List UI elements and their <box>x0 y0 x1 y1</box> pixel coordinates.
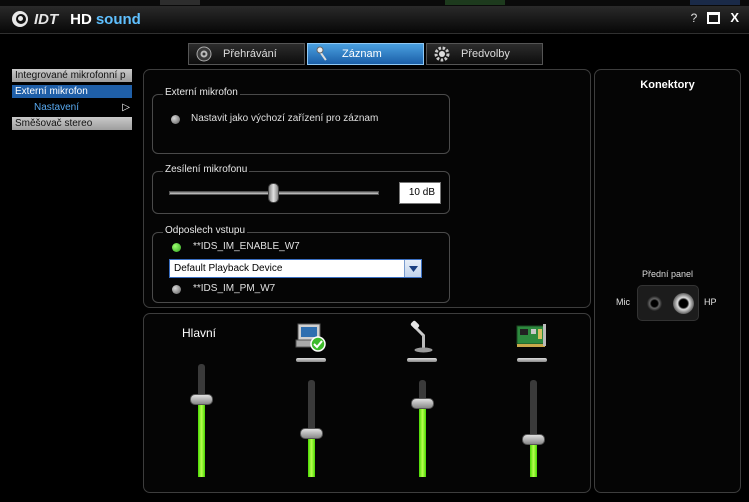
sidebar-item-settings[interactable]: Nastavení ▷ <box>12 101 132 114</box>
mic-boost-value: 10 dB <box>399 182 441 204</box>
sidebar-item-label: Integrované mikrofonní p <box>15 70 126 81</box>
desktop-fragment <box>690 0 740 5</box>
mic-jack-icon[interactable] <box>647 296 662 311</box>
group-legend: Externí mikrofon <box>163 87 240 98</box>
slider-thumb[interactable] <box>300 428 323 439</box>
slider-level <box>198 400 205 477</box>
monitor-enable-label: **IDS_IM_ENABLE_W7 <box>193 241 300 252</box>
tab-bar: Přehrávání Záznam Předvolby <box>188 43 543 65</box>
monitor-pm-label: **IDS_IM_PM_W7 <box>193 283 276 294</box>
idt-logo-icon <box>12 10 32 28</box>
sound-card-icon <box>514 320 548 354</box>
sidebar-item-label: Nastavení <box>34 102 80 113</box>
help-button[interactable]: ? <box>691 11 698 25</box>
set-default-label: Nastavit jako výchozí zařízení pro zázna… <box>191 113 379 124</box>
sidebar-item-external-mic[interactable]: Externí mikrofon <box>12 85 132 98</box>
chevron-down-icon[interactable] <box>404 260 421 277</box>
window-controls: ? X <box>691 10 739 25</box>
settings-panel: Externí mikrofon Nastavit jako výchozí z… <box>143 69 591 308</box>
connectors-title: Konektory <box>640 79 695 91</box>
group-legend: Zesílení mikrofonu <box>163 164 250 175</box>
group-legend: Odposlech vstupu <box>163 225 248 236</box>
slider-level <box>530 440 537 477</box>
playback-device-selected: Default Playback Device <box>174 263 283 274</box>
playback-device-select[interactable]: Default Playback Device <box>169 259 422 278</box>
slider-thumb[interactable] <box>411 398 434 409</box>
sidebar-item-label: Směšovač stereo <box>15 118 93 129</box>
main-volume-label: Hlavní <box>182 326 217 340</box>
sidebar-item-stereo-mix[interactable]: Směšovač stereo <box>12 117 132 130</box>
expand-arrow-icon: ▷ <box>122 102 130 113</box>
product-name-hd: HD <box>70 10 92 28</box>
hp-jack-label: HP <box>704 297 717 307</box>
tab-label: Záznam <box>342 48 382 60</box>
mic-jack-label: Mic <box>616 297 630 307</box>
microphone-icon <box>314 45 332 63</box>
product-name-sound: sound <box>95 10 141 28</box>
brand-name: IDT <box>34 10 59 28</box>
speaker-icon <box>195 45 213 63</box>
app-logo: IDT HD sound <box>12 10 141 28</box>
channel-divider <box>517 358 547 362</box>
mic-boost-slider-thumb[interactable] <box>268 183 279 203</box>
maximize-icon <box>707 11 721 24</box>
sidebar-item-integrated-mic[interactable]: Integrované mikrofonní p <box>12 69 132 82</box>
monitor-pm-radio[interactable] <box>172 285 181 294</box>
headphone-jack-icon[interactable] <box>673 293 694 314</box>
tab-recording[interactable]: Záznam <box>307 43 424 65</box>
sidebar-item-label: Externí mikrofon <box>15 86 88 97</box>
slider-level <box>419 404 426 477</box>
mic-boost-group: Zesílení mikrofonu 10 dB <box>152 164 450 214</box>
slider-thumb[interactable] <box>190 394 213 405</box>
tab-playback[interactable]: Přehrávání <box>188 43 305 65</box>
mixer-panel: Hlavní <box>143 313 591 493</box>
close-button[interactable]: X <box>730 10 739 25</box>
external-mic-group: Externí mikrofon Nastavit jako výchozí z… <box>152 87 450 154</box>
title-bar: IDT HD sound ? X <box>0 6 749 34</box>
monitor-enable-radio[interactable] <box>172 243 181 252</box>
tab-label: Přehrávání <box>223 48 277 60</box>
device-sidebar: Integrované mikrofonní p Externí mikrofo… <box>12 69 132 133</box>
gear-icon <box>433 45 451 63</box>
front-panel-label: Přední panel <box>641 269 694 279</box>
tab-label: Předvolby <box>461 48 510 60</box>
channel-divider <box>407 358 437 362</box>
connectors-panel: Konektory Přední panel Mic HP <box>594 69 741 493</box>
desktop-fragment <box>160 0 200 5</box>
front-panel-jacks <box>637 285 699 321</box>
desktop-fragment <box>445 0 505 5</box>
channel-divider <box>296 358 326 362</box>
microphone-stand-icon <box>406 320 440 354</box>
maximize-button[interactable] <box>707 11 721 24</box>
slider-thumb[interactable] <box>522 434 545 445</box>
tab-presets[interactable]: Předvolby <box>426 43 543 65</box>
input-monitor-group: Odposlech vstupu **IDS_IM_ENABLE_W7 Defa… <box>152 225 450 303</box>
set-default-radio[interactable] <box>171 115 180 124</box>
default-device-icon <box>294 320 328 354</box>
slider-level <box>308 434 315 477</box>
